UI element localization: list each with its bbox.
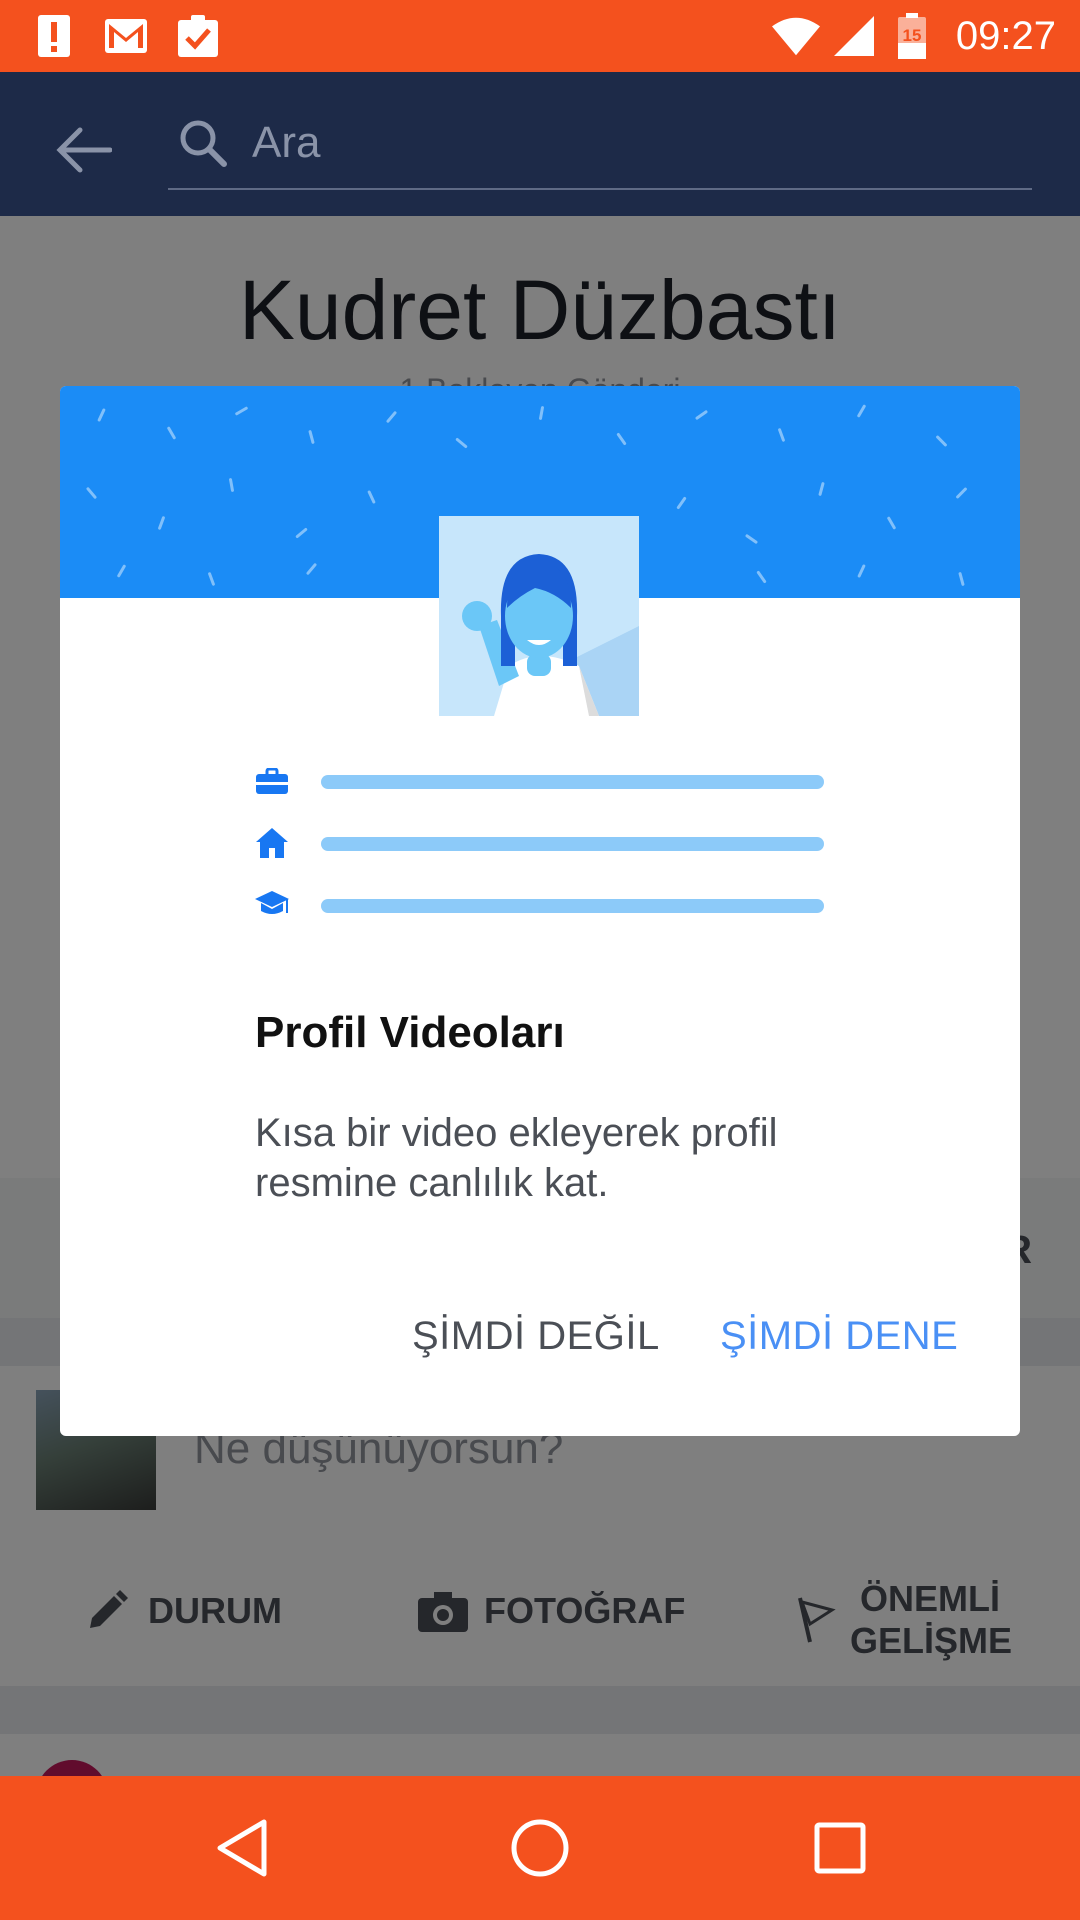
back-nav-icon[interactable] (206, 1812, 278, 1884)
recents-nav-icon[interactable] (804, 1812, 876, 1884)
signal-icon (830, 12, 878, 60)
home-nav-icon[interactable] (504, 1812, 576, 1884)
placeholder-line (321, 899, 824, 913)
clipboard-check-icon (174, 12, 222, 60)
profile-illustration (439, 516, 639, 716)
placeholder-line (321, 837, 824, 851)
search-input[interactable]: Ara (252, 118, 320, 168)
wifi-icon (772, 12, 820, 60)
try-now-button[interactable]: ŞİMDİ DENE (720, 1314, 958, 1359)
app-bar (0, 72, 1080, 216)
placeholder-line (321, 775, 824, 789)
not-now-button[interactable]: ŞİMDİ DEĞİL (412, 1314, 660, 1359)
dialog-title: Profil Videoları (255, 1008, 565, 1057)
briefcase-icon (255, 764, 289, 798)
alert-icon (30, 12, 78, 60)
battery-level: 15 (902, 26, 922, 45)
dialog-message: Kısa bir video ekleyerek profil resmine … (255, 1111, 778, 1205)
search-icon (178, 118, 232, 172)
back-arrow-icon[interactable] (52, 118, 116, 182)
search-underline (168, 188, 1032, 190)
home-icon (255, 826, 289, 860)
clock: 09:27 (955, 14, 1056, 58)
gmail-icon (102, 12, 150, 60)
profile-video-dialog: Profil Videoları Kısa bir video ekleyere… (60, 386, 1020, 1436)
graduation-cap-icon (255, 888, 289, 922)
